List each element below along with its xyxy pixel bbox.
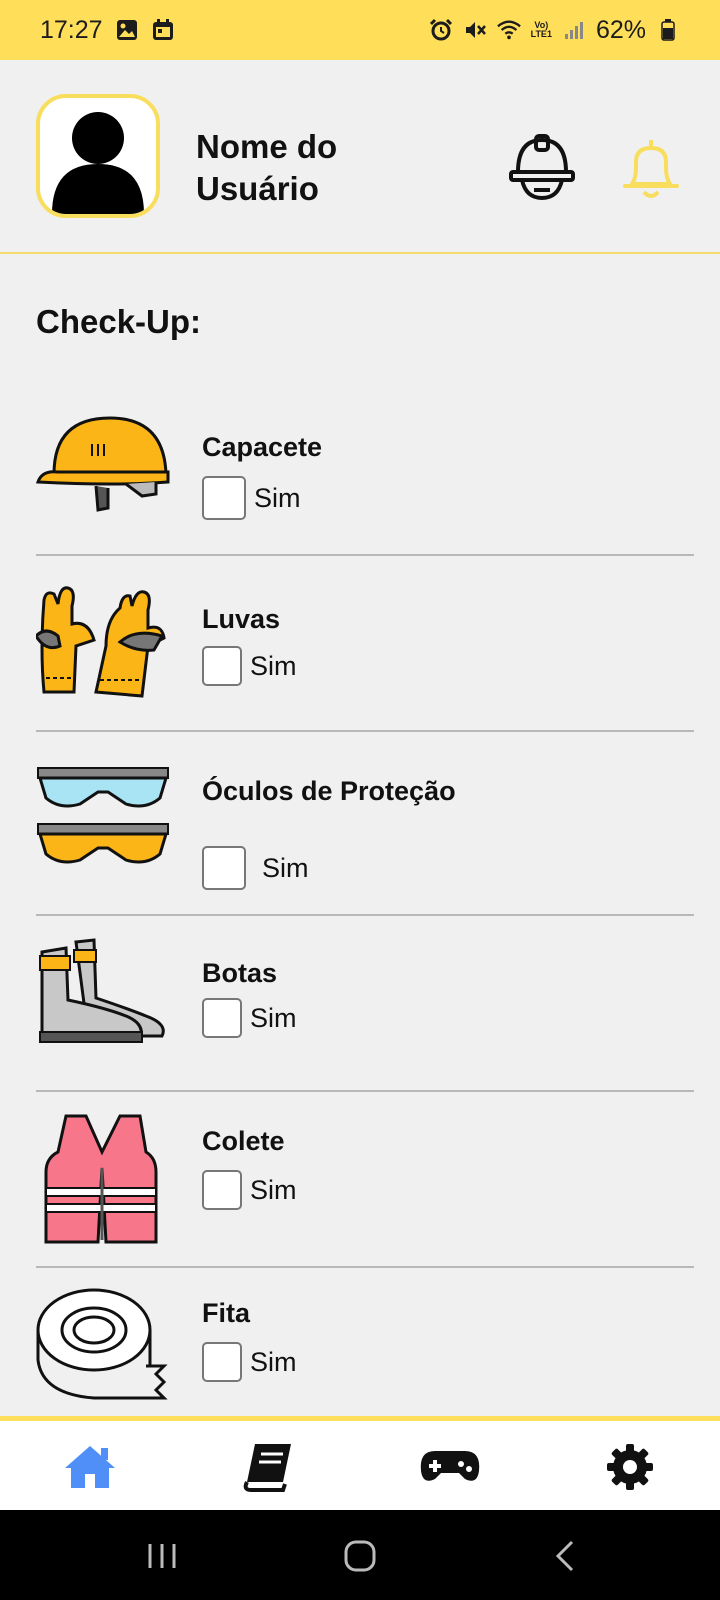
bell-icon <box>623 140 679 198</box>
calendar-icon <box>151 18 175 42</box>
recent-apps-button[interactable] <box>142 1538 182 1574</box>
checkbox[interactable] <box>202 1170 242 1210</box>
signal-icon <box>562 18 586 42</box>
checkbox[interactable] <box>202 476 246 520</box>
boots-icon <box>36 938 170 1072</box>
notifications-button[interactable] <box>620 136 682 202</box>
nav-settings[interactable] <box>602 1441 658 1493</box>
item-check-row[interactable]: Sim <box>202 998 297 1038</box>
gloves-icon <box>34 580 170 714</box>
username: Nome do Usuário <box>196 128 338 207</box>
back-button[interactable] <box>548 1538 588 1574</box>
gallery-icon <box>115 18 139 42</box>
book-icon <box>243 1444 291 1492</box>
checkbox[interactable] <box>202 646 242 686</box>
recent-apps-icon <box>148 1544 176 1568</box>
home-circle-icon <box>344 1540 376 1572</box>
checkbox[interactable] <box>202 1342 242 1382</box>
item-label: Fita <box>202 1298 251 1328</box>
profile-header: Nome do Usuário <box>0 60 720 254</box>
back-chevron-icon <box>555 1540 574 1572</box>
checkbox-label[interactable]: Sim <box>250 1003 297 1034</box>
checklist-item-capacete: Capacete Sim <box>35 380 694 556</box>
item-check-row[interactable]: Sim <box>202 846 309 890</box>
item-check-row[interactable]: Sim <box>202 646 297 686</box>
network-type: Vo) LTE1 <box>530 20 552 39</box>
item-label: Botas <box>202 958 278 988</box>
system-nav-bar <box>0 1510 720 1600</box>
checklist-item-colete: Colete Sim <box>36 1092 694 1268</box>
status-time: 17:27 <box>40 15 103 44</box>
section-title: Check-Up: <box>36 303 202 340</box>
nav-games[interactable] <box>418 1441 482 1493</box>
bottom-nav <box>0 1416 720 1510</box>
safety-vest-icon <box>36 1112 170 1246</box>
item-check-row[interactable]: Sim <box>202 476 301 520</box>
checkbox-label[interactable]: Sim <box>250 1175 297 1206</box>
home-icon <box>65 1446 115 1488</box>
hard-hat-outline-icon <box>509 134 575 201</box>
item-check-row[interactable]: Sim <box>202 1170 297 1210</box>
checkbox[interactable] <box>202 846 246 890</box>
alarm-icon <box>429 18 453 42</box>
nav-book[interactable] <box>240 1441 296 1493</box>
gear-icon <box>607 1444 653 1490</box>
hard-hat-icon <box>35 404 170 538</box>
checklist-item-botas: Botas Sim <box>36 916 694 1092</box>
checklist-item-oculos: Óculos de Proteção Sim <box>36 732 694 916</box>
tape-icon <box>36 1286 170 1414</box>
checkbox[interactable] <box>202 998 242 1038</box>
battery-icon <box>656 18 680 42</box>
battery-percent: 62% <box>595 15 646 44</box>
status-bar: 17:27 Vo) LTE1 62% <box>0 0 720 60</box>
item-label: Capacete <box>202 432 323 462</box>
item-label: Luvas <box>202 604 281 634</box>
hard-hat-button[interactable] <box>508 132 576 202</box>
wifi-icon <box>496 18 521 42</box>
item-label: Colete <box>202 1126 285 1156</box>
nav-home[interactable] <box>62 1441 118 1493</box>
checklist-item-fita: Fita Sim <box>36 1268 694 1416</box>
safety-glasses-icon <box>36 764 170 898</box>
checkbox-label[interactable]: Sim <box>250 1347 297 1378</box>
item-check-row[interactable]: Sim <box>202 1342 297 1382</box>
checkbox-label[interactable]: Sim <box>254 483 301 514</box>
home-system-button[interactable] <box>340 1538 380 1574</box>
checkbox-label[interactable]: Sim <box>250 651 297 682</box>
checkbox-label[interactable]: Sim <box>262 853 309 884</box>
avatar[interactable] <box>36 94 160 218</box>
item-label: Óculos de Proteção <box>202 776 456 806</box>
gamepad-icon <box>420 1451 480 1481</box>
checklist-item-luvas: Luvas Sim <box>34 556 694 732</box>
mute-icon <box>463 18 487 42</box>
